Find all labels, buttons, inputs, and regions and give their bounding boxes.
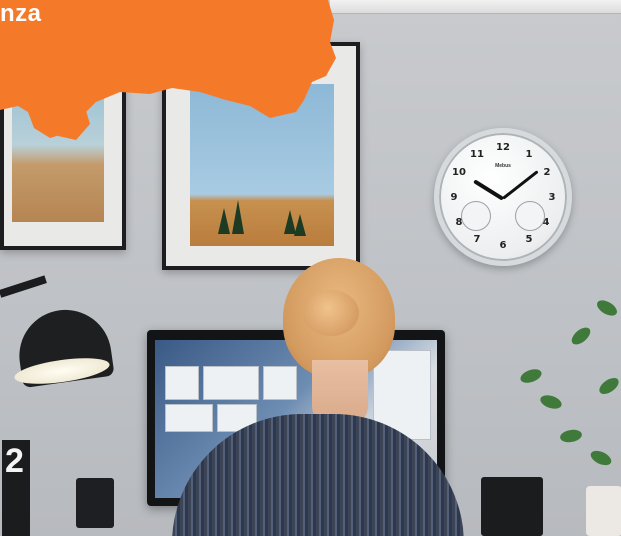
- plant-leaf: [559, 428, 583, 444]
- clock-number: 3: [548, 192, 556, 203]
- clock-number: 1: [525, 149, 533, 160]
- clock-hour-hand: [473, 179, 505, 201]
- clock-number: 6: [499, 240, 507, 251]
- clock-number: 2: [543, 167, 551, 178]
- desk-speaker: [481, 477, 543, 536]
- thermometer-gauge: [461, 201, 491, 231]
- screen-window: [203, 366, 259, 400]
- brush-stroke: [0, 0, 336, 138]
- plant-leaf: [538, 392, 564, 412]
- screen-window: [165, 366, 199, 400]
- clock-number: 12: [496, 142, 510, 153]
- screen-window: [263, 366, 297, 400]
- clock-number: 7: [473, 234, 481, 245]
- hair-bun: [303, 290, 359, 336]
- tree-icon: [294, 214, 306, 236]
- office-photo: Mebus 12 1 2 3 4 5 6 7 8 9 10 11 2 nza: [0, 0, 621, 536]
- page-top-strip: [330, 0, 621, 14]
- plant-leaf: [518, 366, 544, 386]
- plant-leaf: [596, 374, 621, 398]
- plant-leaf: [568, 324, 594, 348]
- clock-number: 9: [450, 192, 458, 203]
- tree-icon: [218, 208, 230, 234]
- clock-minute-hand: [502, 170, 539, 200]
- clock-number: 5: [525, 234, 533, 245]
- banner-text: nza: [0, 0, 42, 27]
- pen-cup: [76, 478, 114, 528]
- calendar-cube: 2: [2, 440, 30, 536]
- plant-leaf: [594, 297, 620, 319]
- hygrometer-gauge: [515, 201, 545, 231]
- orange-brush-banner: [0, 0, 336, 140]
- brush-drip: [52, 104, 90, 140]
- desk-lamp: [6, 264, 115, 389]
- plant-leaf: [588, 447, 614, 469]
- screen-window: [165, 404, 213, 432]
- clock-number: 11: [470, 149, 484, 160]
- calendar-digit: 2: [5, 442, 24, 480]
- plant-pot: [586, 486, 621, 536]
- tree-icon: [232, 200, 244, 234]
- wall-clock: Mebus 12 1 2 3 4 5 6 7 8 9 10 11: [434, 128, 572, 266]
- clock-number: 10: [452, 167, 466, 178]
